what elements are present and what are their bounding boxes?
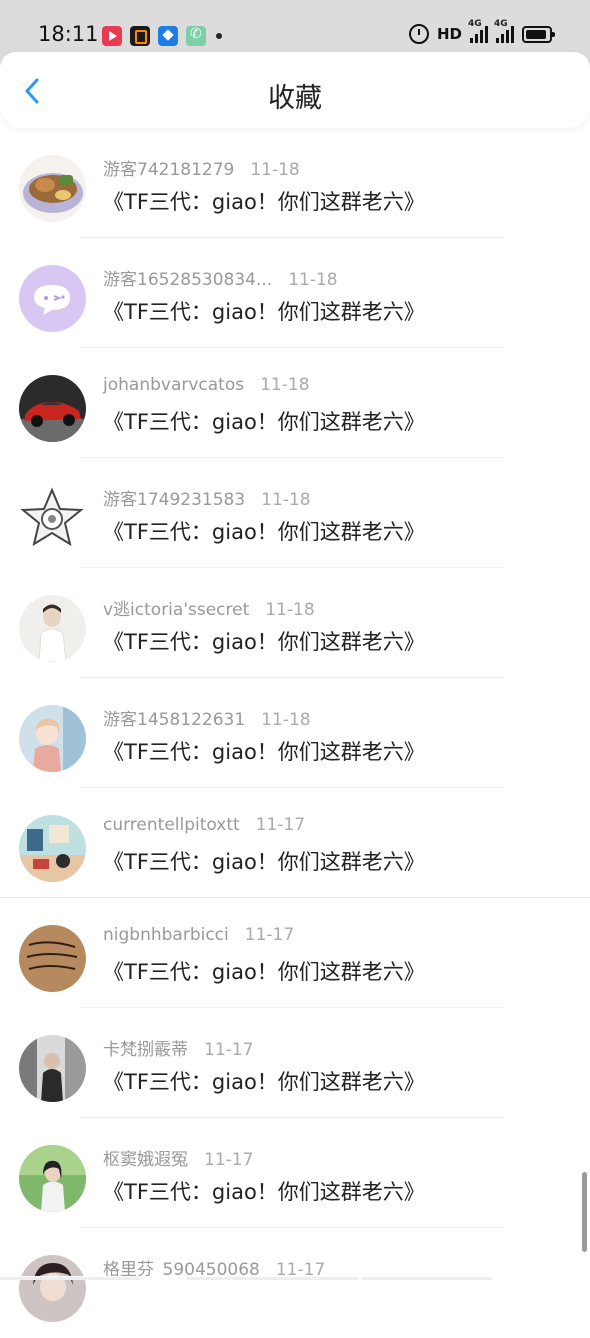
user-name[interactable]: v逃ictoria'ssecret [103, 600, 249, 620]
scrollbar[interactable] [582, 1172, 587, 1252]
item-title[interactable]: 《TF三代：giao！你们这群老六》 [103, 956, 425, 986]
handwriting-avatar[interactable] [19, 925, 86, 992]
item-date: 11-18 [265, 600, 315, 620]
dark-hair-avatar[interactable] [19, 1255, 86, 1322]
phone-app-icon [186, 26, 206, 46]
network-type-2: 4G [494, 19, 508, 29]
battery-icon [522, 25, 555, 43]
status-right: HD 4G 4G [408, 19, 555, 44]
list-item[interactable]: 游客1749231583 11-18 《TF三代：giao！你们这群老六》 [0, 458, 590, 568]
item-date: 11-18 [261, 490, 311, 510]
food-avatar[interactable] [19, 155, 86, 222]
page-title: 收藏 [268, 83, 322, 114]
item-title[interactable]: 《TF三代：giao！你们这群老六》 [103, 736, 425, 766]
list-item[interactable]: 卡梵捌霰蒂 11-17 《TF三代：giao！你们这群老六》 [0, 1008, 590, 1118]
item-title[interactable]: 《TF三代：giao！你们这群老六》 [103, 516, 425, 546]
item-title[interactable]: 《TF三代：giao！你们这群老六》 [103, 296, 425, 326]
favorites-list: 游客742181279 11-18 《TF三代：giao！你们这群老六》 游客16… [0, 128, 590, 1338]
list-item[interactable]: nigbnhbarbicci 11-17 《TF三代：giao！你们这群老六》 [0, 898, 590, 1008]
list-item[interactable]: 游客742181279 11-18 《TF三代：giao！你们这群老六》 [0, 128, 590, 238]
white-shirt-avatar[interactable] [19, 595, 86, 662]
item-date: 11-18 [250, 160, 300, 180]
user-name[interactable]: nigbnhbarbicci [103, 925, 229, 945]
user-name[interactable]: 卡梵捌霰蒂 [103, 1040, 188, 1060]
user-name[interactable]: 游客742181279 [103, 160, 234, 180]
hd-label: HD [436, 25, 462, 43]
item-meta: 卡梵捌霰蒂 11-17 [103, 1035, 253, 1060]
item-date: 11-17 [244, 925, 295, 945]
red-car-avatar[interactable] [19, 375, 86, 442]
anime-girl-avatar[interactable] [19, 705, 86, 772]
list-item[interactable]: 格里芬_590450068 11-17 [0, 1228, 590, 1338]
item-title[interactable]: 《TF三代：giao！你们这群老六》 [103, 1176, 425, 1206]
blue-app-icon [158, 26, 178, 46]
user-name[interactable]: 游客1749231583 [103, 490, 245, 510]
signal-icon-2: 4G [494, 19, 514, 43]
item-date: 11-18 [288, 270, 338, 290]
user-name[interactable]: johanbvarvcatos [103, 375, 244, 395]
bottom-strip [0, 1276, 590, 1280]
video-app-icon [102, 26, 122, 46]
alarm-icon [408, 24, 429, 44]
item-meta: 游客1458122631 11-18 [103, 705, 311, 730]
list-item[interactable]: 游客1458122631 11-18 《TF三代：giao！你们这群老六》 [0, 678, 590, 788]
item-meta: currentellpitoxtt 11-17 [103, 815, 305, 835]
more-notifications-dot-icon [216, 33, 222, 39]
orange-app-icon [130, 26, 150, 46]
user-name[interactable]: 枢窦娥遐冤 [103, 1150, 188, 1170]
green-portrait-avatar[interactable] [19, 1145, 86, 1212]
item-date: 11-18 [261, 710, 311, 730]
item-date: 11-17 [204, 1040, 254, 1060]
item-date: 11-18 [260, 375, 310, 395]
list-item[interactable]: 游客16528530834... 11-18 《TF三代：giao！你们这群老六》 [0, 238, 590, 348]
item-meta: v逃ictoria'ssecret 11-18 [103, 595, 315, 620]
list-item[interactable]: johanbvarvcatos 11-18 《TF三代：giao！你们这群老六》 [0, 348, 590, 458]
item-title[interactable]: 《TF三代：giao！你们这群老六》 [103, 626, 425, 656]
illustration-avatar[interactable] [19, 815, 86, 882]
item-meta: 枢窦娥遐冤 11-17 [103, 1145, 253, 1170]
signal-icon-1: 4G [468, 19, 488, 43]
item-meta: 游客742181279 11-18 [103, 155, 300, 180]
item-title[interactable]: 《TF三代：giao！你们这群老六》 [103, 846, 425, 876]
title-bar: 收藏 [0, 52, 590, 128]
item-title[interactable]: 《TF三代：giao！你们这群老六》 [103, 406, 425, 436]
item-date: 11-17 [204, 1150, 254, 1170]
star-avatar[interactable] [19, 485, 86, 552]
list-item[interactable]: 枢窦娥遐冤 11-17 《TF三代：giao！你们这群老六》 [0, 1118, 590, 1228]
network-type-1: 4G [468, 19, 482, 29]
item-meta: 游客1749231583 11-18 [103, 485, 311, 510]
user-name[interactable]: currentellpitoxtt [103, 815, 240, 835]
item-meta: 游客16528530834... 11-18 [103, 265, 338, 290]
item-title[interactable]: 《TF三代：giao！你们这群老六》 [103, 1066, 425, 1096]
user-name[interactable]: 游客1458122631 [103, 710, 245, 730]
item-date: 11-17 [255, 815, 306, 835]
list-item[interactable]: v逃ictoria'ssecret 11-18 《TF三代：giao！你们这群老六… [0, 568, 590, 678]
street-photo-avatar[interactable] [19, 1035, 86, 1102]
item-title[interactable]: 《TF三代：giao！你们这群老六》 [103, 186, 425, 216]
user-name[interactable]: 游客16528530834... [103, 270, 272, 290]
purple-chat-avatar[interactable] [19, 265, 86, 332]
status-time: 18:11 [38, 22, 99, 46]
list-item[interactable]: currentellpitoxtt 11-17 《TF三代：giao！你们这群老六… [0, 788, 590, 898]
item-meta: johanbvarvcatos 11-18 [103, 375, 310, 395]
notification-icons [102, 26, 222, 46]
item-meta: nigbnhbarbicci 11-17 [103, 925, 294, 945]
